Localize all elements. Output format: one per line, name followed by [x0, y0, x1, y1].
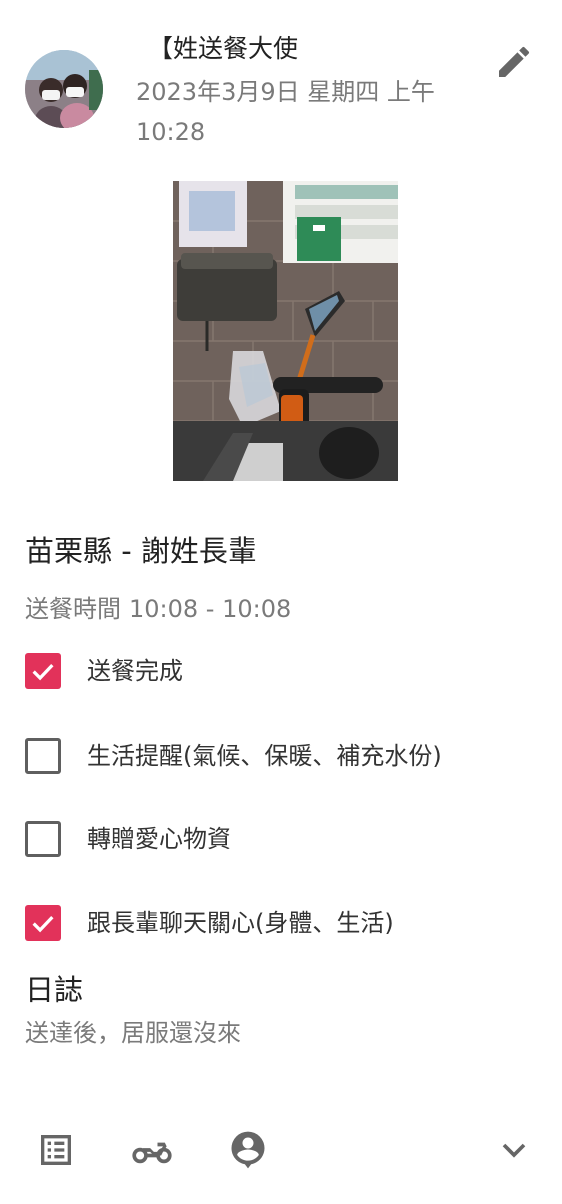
author-name: 【姓送餐大使 — [148, 34, 299, 63]
task-life-reminder[interactable]: 生活提醒(氣候、保暖、補充水份) — [25, 736, 545, 776]
motorcycle-icon — [132, 1142, 172, 1164]
recipient-location: 苗栗縣 - 謝姓長輩 — [25, 534, 257, 568]
delivery-time-label: 送餐時間 — [25, 595, 121, 623]
checkbox-unchecked[interactable] — [25, 821, 61, 857]
person-pin-icon — [231, 1131, 265, 1169]
check-icon — [32, 664, 54, 681]
checkbox-checked[interactable] — [25, 653, 61, 689]
task-label: 跟長輩聊天關心(身體、生活) — [87, 909, 394, 937]
check-icon — [32, 916, 54, 933]
list-button[interactable] — [34, 1128, 78, 1172]
delivery-time-range: 10:08 - 10:08 — [129, 595, 292, 623]
expand-button[interactable] — [492, 1128, 536, 1172]
pencil-icon — [499, 46, 530, 77]
chevron-down-icon — [502, 1143, 526, 1158]
log-title: 日誌 — [25, 973, 84, 1007]
checkbox-checked[interactable] — [25, 905, 61, 941]
vehicle-button[interactable] — [130, 1128, 174, 1172]
edit-button[interactable] — [492, 40, 536, 84]
post-detail: 【姓送餐大使 2023年3月9日 星期四 上午10:28 苗栗縣 - 謝姓長輩 … — [0, 0, 562, 1204]
task-label: 送餐完成 — [87, 657, 183, 685]
avatar[interactable] — [25, 50, 103, 128]
task-label: 生活提醒(氣候、保暖、補充水份) — [87, 742, 442, 770]
checkbox-unchecked[interactable] — [25, 738, 61, 774]
list-icon — [41, 1135, 71, 1165]
profile-button[interactable] — [226, 1128, 270, 1172]
task-chat-care[interactable]: 跟長輩聊天關心(身體、生活) — [25, 903, 545, 943]
task-label: 轉贈愛心物資 — [87, 825, 231, 853]
task-donate-supplies[interactable]: 轉贈愛心物資 — [25, 819, 545, 859]
post-timestamp: 2023年3月9日 星期四 上午10:28 — [136, 78, 435, 146]
delivery-time: 送餐時間 10:08 - 10:08 — [25, 591, 299, 627]
delivery-photo[interactable] — [173, 181, 398, 481]
log-body: 送達後，居服還沒來 — [25, 1019, 241, 1047]
task-meal-delivered[interactable]: 送餐完成 — [25, 651, 545, 691]
